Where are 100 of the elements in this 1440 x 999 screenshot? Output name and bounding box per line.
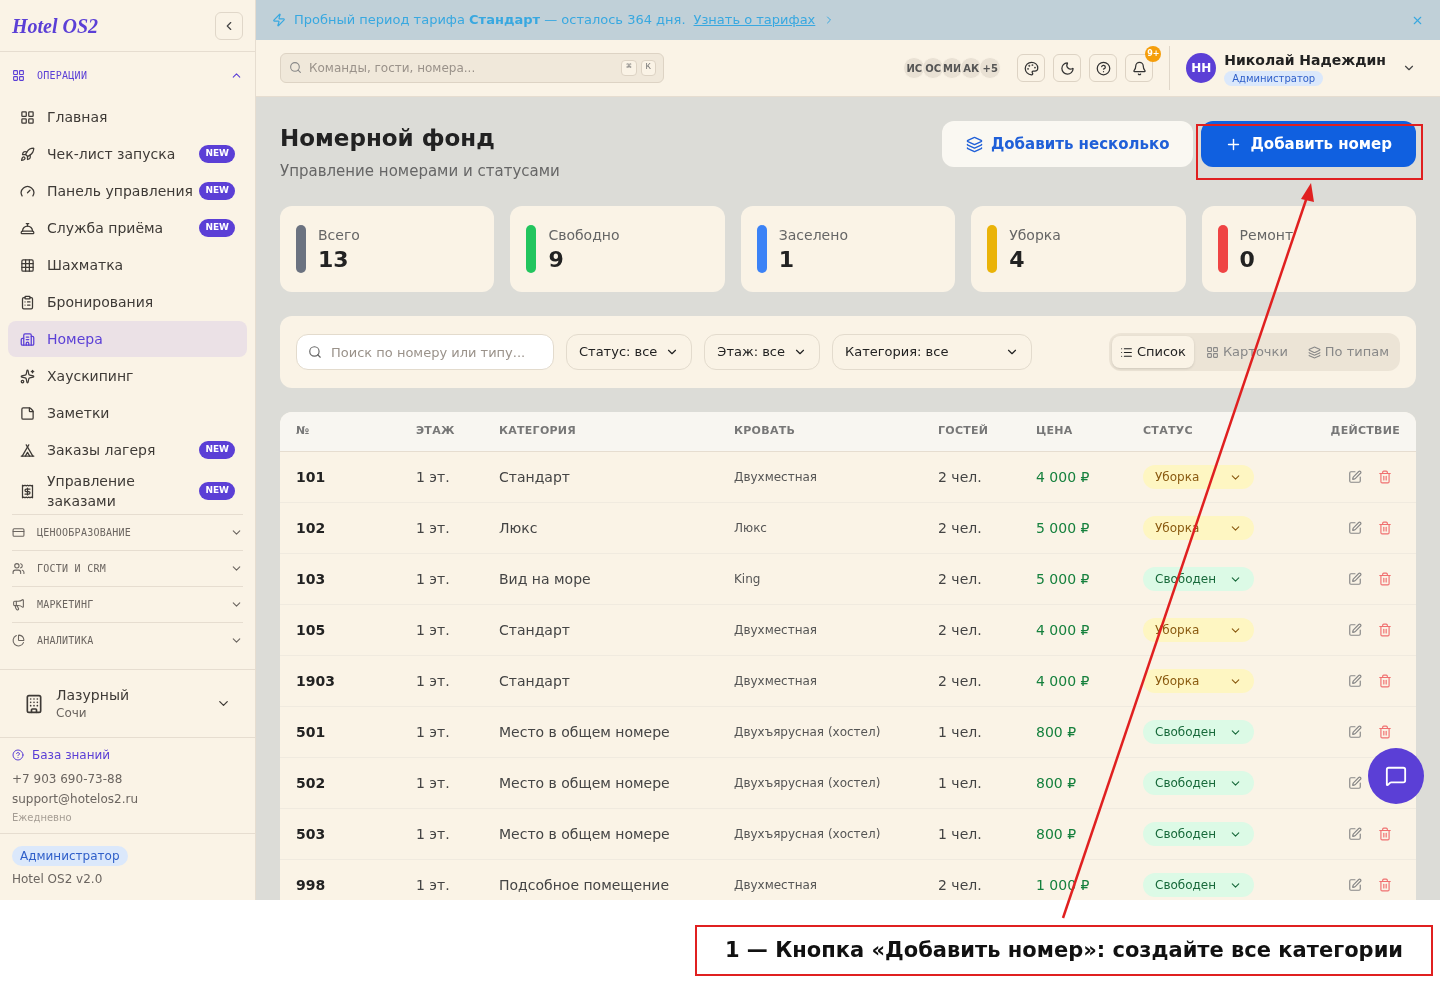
edit-icon[interactable] xyxy=(1348,776,1362,790)
support-hours: Ежедневно xyxy=(12,811,73,825)
help-icon xyxy=(1095,60,1111,76)
user-role: Администратор xyxy=(1224,71,1324,86)
avatar[interactable]: ИС xyxy=(903,57,926,79)
avatar[interactable]: АК xyxy=(960,57,983,79)
status-select[interactable]: Свободен xyxy=(1143,873,1254,897)
page-title: Номерной фонд xyxy=(280,124,496,153)
guests-cell-text: 2 чел. xyxy=(938,620,983,640)
stat-value: 13 xyxy=(318,245,350,274)
edit-icon[interactable] xyxy=(1348,827,1362,841)
delete-icon[interactable] xyxy=(1378,470,1392,484)
edit-icon[interactable] xyxy=(1348,725,1362,739)
delete-icon[interactable] xyxy=(1378,572,1392,586)
delete-icon[interactable] xyxy=(1378,623,1392,637)
chat-icon xyxy=(1385,765,1407,787)
floor-cell-text: 1 эт. xyxy=(416,875,451,895)
avatar[interactable]: ОС xyxy=(922,57,945,79)
avatar[interactable]: +5 xyxy=(979,57,1002,79)
status-select[interactable]: Свободен xyxy=(1143,822,1254,846)
add-room-button[interactable]: Добавить номер xyxy=(1201,121,1416,167)
nav-item[interactable]: Главная xyxy=(8,99,247,135)
knowledge-base-link[interactable]: База знаний xyxy=(12,746,243,764)
nav-item[interactable]: Хаускипинг xyxy=(8,358,247,394)
nav-item[interactable]: Панель управления NEW xyxy=(8,173,247,209)
help-button[interactable] xyxy=(1089,54,1118,82)
user-avatar[interactable]: НН xyxy=(1186,53,1217,83)
stat-label: Ремонт xyxy=(1239,225,1294,245)
column-header: ЦЕНА xyxy=(1036,423,1074,440)
logo[interactable]: Hotel OS2 xyxy=(12,10,99,41)
guests-cell-text: 2 чел. xyxy=(938,518,983,538)
layers-icon xyxy=(965,135,983,153)
add-multiple-button[interactable]: Добавить несколько xyxy=(941,121,1194,167)
nav-item[interactable]: Управление заказами NEW xyxy=(8,469,247,513)
delete-icon[interactable] xyxy=(1378,878,1392,892)
room-number: 102 xyxy=(296,518,327,538)
delete-icon[interactable] xyxy=(1378,827,1392,841)
nav-icon xyxy=(20,442,35,458)
user-name: Николай Надеждин xyxy=(1224,51,1386,70)
price-cell-text: 4 000 ₽ xyxy=(1036,620,1091,640)
nav-item[interactable]: Заметки xyxy=(8,395,247,431)
edit-icon[interactable] xyxy=(1348,470,1362,484)
category-cell-text: Место в общем номере xyxy=(499,722,671,742)
status-select[interactable]: Свободен xyxy=(1143,720,1254,744)
filter-select[interactable]: Категория: все xyxy=(832,334,1032,370)
edit-icon[interactable] xyxy=(1348,572,1362,586)
status-select[interactable]: Свободен xyxy=(1143,771,1254,795)
edit-icon[interactable] xyxy=(1348,674,1362,688)
nav-icon xyxy=(20,294,35,310)
nav-item[interactable]: Заказы лагеря NEW xyxy=(8,432,247,468)
category-cell-text: Подсобное помещение xyxy=(499,875,670,895)
banner-text: Пробный период тарифа Стандарт — осталось 364 дня. xyxy=(294,11,686,30)
avatar[interactable]: МИ xyxy=(941,57,964,79)
stat-label: Всего xyxy=(318,225,360,245)
delete-icon[interactable] xyxy=(1378,674,1392,688)
floor-cell-text: 1 эт. xyxy=(416,467,451,487)
filter-select[interactable]: Этаж: все xyxy=(704,334,820,370)
bed-cell-text: Двухместная xyxy=(734,673,819,690)
section-header[interactable]: ЦЕНООБРАЗОВАНИЕ xyxy=(12,514,243,550)
edit-icon[interactable] xyxy=(1348,878,1362,892)
section-icon xyxy=(12,634,25,647)
price-cell-text: 5 000 ₽ xyxy=(1036,518,1091,538)
view-icon xyxy=(1205,345,1219,359)
nav-item[interactable]: Бронирования xyxy=(8,284,247,320)
status-select[interactable]: Уборка xyxy=(1143,669,1254,693)
theme-button[interactable] xyxy=(1017,54,1046,82)
delete-icon[interactable] xyxy=(1378,725,1392,739)
new-badge: NEW xyxy=(199,441,235,459)
view-tab[interactable]: Список xyxy=(1111,336,1194,368)
dark-mode-button[interactable] xyxy=(1053,54,1082,82)
section-header[interactable]: МАРКЕТИНГ xyxy=(12,586,243,622)
section-icon xyxy=(12,526,25,539)
nav-icon xyxy=(20,220,35,236)
edit-icon[interactable] xyxy=(1348,521,1362,535)
guests-cell-text: 2 чел. xyxy=(938,671,983,691)
section-header[interactable]: ГОСТИ И CRM xyxy=(12,550,243,586)
room-search-field[interactable]: Поиск по номеру или типу... xyxy=(296,334,554,370)
nav-item[interactable]: Номера xyxy=(8,321,247,357)
new-badge: NEW xyxy=(199,482,235,500)
section-header[interactable]: ОПЕРАЦИИ xyxy=(8,52,247,98)
category-cell-text: Стандарт xyxy=(499,620,571,640)
nav-item[interactable]: Шахматка xyxy=(8,247,247,283)
stat-label: Уборка xyxy=(1009,225,1061,245)
category-cell-text: Люкс xyxy=(499,518,539,538)
room-number: 502 xyxy=(296,773,327,793)
nav-item[interactable]: Чек-лист запуска NEW xyxy=(8,136,247,172)
edit-icon[interactable] xyxy=(1348,623,1362,637)
nav-item[interactable]: Служба приёма NEW xyxy=(8,210,247,246)
delete-icon[interactable] xyxy=(1378,521,1392,535)
guests-cell-text: 2 чел. xyxy=(938,875,983,895)
property-name: Лазурный xyxy=(56,685,131,704)
page-subtitle: Управление номерами и статусами xyxy=(280,160,560,182)
property-switcher[interactable]: Лазурный Сочи xyxy=(0,669,255,737)
price-cell-text: 4 000 ₽ xyxy=(1036,467,1091,487)
status-select[interactable]: Уборка xyxy=(1143,465,1254,489)
column-header: ЭТАЖ xyxy=(416,423,456,440)
section-header[interactable]: АНАЛИТИКА xyxy=(12,622,243,658)
room-number: 503 xyxy=(296,824,327,844)
filter-select[interactable]: Статус: все xyxy=(566,334,693,370)
support-phone: +7 903 690-73-88 xyxy=(12,771,124,788)
